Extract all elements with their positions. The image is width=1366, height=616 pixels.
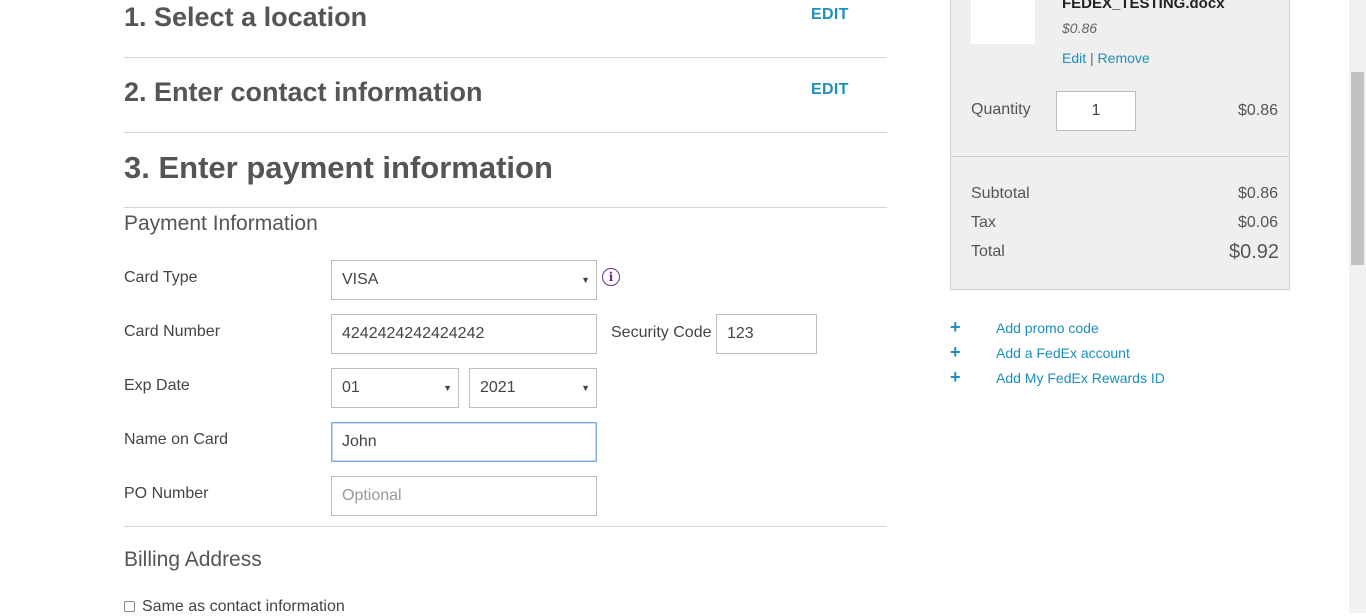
- same-as-contact-checkbox[interactable]: [124, 601, 135, 612]
- quantity-label: Quantity: [971, 101, 1031, 118]
- divider: [124, 207, 887, 208]
- exp-year-select[interactable]: 2021 ▼: [469, 368, 597, 408]
- security-code-label: Security Code: [611, 324, 712, 341]
- total-label: Total: [971, 243, 1005, 260]
- chevron-down-icon: ▼: [581, 383, 590, 393]
- quantity-value: 1: [1091, 102, 1101, 119]
- step3-title: 3. Enter payment information: [124, 150, 553, 185]
- card-type-select[interactable]: VISA ▼: [331, 260, 597, 300]
- security-code-value: 123: [727, 325, 754, 342]
- card-number-value: 4242424242424242: [342, 325, 485, 342]
- exp-year-value: 2021: [480, 379, 516, 396]
- po-number-input[interactable]: Optional: [331, 476, 597, 516]
- billing-section-title: Billing Address: [124, 548, 262, 571]
- tax-label: Tax: [971, 214, 996, 231]
- step1-edit-link[interactable]: EDIT: [811, 6, 849, 24]
- step2-edit-link[interactable]: EDIT: [811, 81, 849, 99]
- cart-item-actions: Edit | Remove: [1062, 50, 1150, 66]
- card-number-input[interactable]: 4242424242424242: [331, 314, 597, 354]
- subtotal-value: $0.86: [1238, 185, 1279, 202]
- po-number-placeholder: Optional: [342, 487, 402, 504]
- add-fedex-account-link[interactable]: Add a FedEx account: [996, 345, 1130, 361]
- divider: [124, 526, 887, 527]
- divider: [124, 57, 887, 58]
- subtotal-label: Subtotal: [971, 185, 1030, 202]
- tax-value: $0.06: [1238, 214, 1279, 231]
- chevron-down-icon: ▼: [443, 383, 452, 393]
- card-type-label: Card Type: [124, 269, 198, 286]
- card-number-label: Card Number: [124, 323, 221, 340]
- step1-title: 1. Select a location: [124, 2, 368, 32]
- chevron-down-icon: ▼: [581, 275, 590, 285]
- cart-edit-link[interactable]: Edit: [1062, 50, 1086, 66]
- add-promo-code-link[interactable]: Add promo code: [996, 320, 1099, 336]
- add-rewards-id-link[interactable]: Add My FedEx Rewards ID: [996, 370, 1165, 386]
- exp-month-select[interactable]: 01 ▼: [331, 368, 459, 408]
- total-value: $0.92: [1229, 241, 1280, 263]
- exp-date-label: Exp Date: [124, 377, 190, 394]
- name-on-card-input[interactable]: John: [331, 422, 597, 462]
- plus-icon[interactable]: +: [950, 342, 961, 363]
- separator: |: [1090, 50, 1094, 66]
- divider: [124, 132, 887, 133]
- payment-section-title: Payment Information: [124, 212, 318, 235]
- exp-month-value: 01: [342, 379, 360, 396]
- info-icon[interactable]: i: [602, 268, 620, 286]
- step2-title: 2. Enter contact information: [124, 77, 483, 107]
- cart-remove-link[interactable]: Remove: [1098, 50, 1150, 66]
- same-as-contact-label[interactable]: Same as contact information: [142, 598, 345, 616]
- cart-divider: [951, 156, 1289, 157]
- name-on-card-label: Name on Card: [124, 431, 229, 448]
- plus-icon[interactable]: +: [950, 367, 961, 388]
- name-on-card-value: John: [342, 433, 377, 450]
- plus-icon[interactable]: +: [950, 317, 961, 338]
- cart-file-price: $0.86: [1062, 20, 1098, 36]
- line-total: $0.86: [1238, 102, 1279, 119]
- cart-file-name: FEDEX_TESTING.docx: [1062, 0, 1225, 12]
- scrollbar-thumb[interactable]: [1351, 72, 1364, 265]
- card-type-value: VISA: [342, 271, 379, 288]
- po-number-label: PO Number: [124, 485, 209, 502]
- security-code-input[interactable]: 123: [716, 314, 817, 354]
- file-thumbnail: [971, 0, 1035, 44]
- quantity-input[interactable]: 1: [1056, 91, 1136, 131]
